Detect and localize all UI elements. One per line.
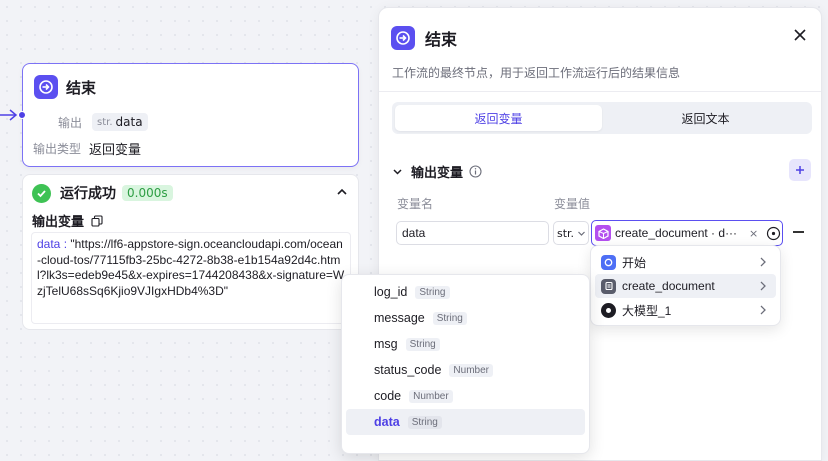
field-name: data [374, 415, 400, 429]
copy-icon[interactable] [91, 214, 103, 227]
run-status: 运行成功 [60, 186, 116, 202]
json-value: "https://lf6-appstore-sign.oceancloudapi… [37, 237, 345, 298]
field-type-badge: String [432, 311, 467, 325]
chevron-right-icon [760, 281, 766, 291]
divider [379, 91, 821, 92]
chevron-right-icon [760, 257, 766, 267]
node-option-llm[interactable]: 大模型_1 [595, 298, 776, 322]
col-var-value: 变量值 [554, 197, 591, 211]
variable-ref-text: create_document · d··· [615, 226, 738, 240]
json-sep: : [60, 237, 71, 251]
output-vars-section-header[interactable]: 输出变量 [392, 162, 482, 181]
field-option[interactable]: msg String [346, 331, 585, 357]
clear-ref-button[interactable]: × [749, 227, 758, 240]
node-option-create-document[interactable]: create_document [595, 274, 776, 298]
field-name: message [374, 311, 425, 325]
end-node-icon [391, 26, 415, 50]
field-type-badge: Number [449, 363, 493, 377]
output-label: 输出 [58, 115, 83, 130]
node-title: 结束 [66, 78, 97, 97]
node-option-label: create_document [622, 279, 715, 293]
info-icon[interactable] [469, 165, 482, 178]
output-vars-title: 输出变量 [32, 215, 85, 230]
field-option[interactable]: status_code Number [346, 357, 585, 383]
field-type-badge: String [415, 285, 450, 299]
field-type-badge: String [405, 337, 440, 351]
type-str-label: str. [97, 116, 113, 128]
type-label: str. [557, 226, 575, 240]
field-type-badge: Number [409, 389, 453, 403]
chevron-down-icon [578, 231, 585, 236]
panel-description: 工作流的最终节点，用于返回工作流运行后的结果信息 [392, 66, 681, 80]
collapse-chevron-icon[interactable] [335, 185, 349, 199]
field-type-badge: String [407, 415, 442, 429]
duration-badge: 0.000s [122, 185, 173, 201]
chevron-down-icon[interactable] [392, 166, 403, 177]
output-type-label: 输出类型 [33, 142, 82, 156]
tab-return-text[interactable]: 返回文本 [602, 105, 809, 131]
variable-type-select[interactable]: str. [553, 221, 589, 245]
plugin-cube-icon [595, 225, 611, 241]
node-input-port[interactable] [18, 111, 26, 119]
output-json-box: data : "https://lf6-appstore-sign.oceanc… [31, 232, 351, 324]
field-option[interactable]: log_id String [346, 279, 585, 305]
col-var-name: 变量名 [397, 197, 434, 211]
node-option-start[interactable]: 开始 [595, 250, 776, 274]
node-option-label: 开始 [622, 255, 647, 270]
variable-ref-field[interactable]: create_document · d··· × [591, 220, 783, 246]
success-check-icon [32, 183, 51, 203]
field-name: log_id [374, 285, 408, 299]
json-key: data [37, 237, 61, 251]
variable-name-input[interactable] [396, 221, 549, 245]
plugin-icon [601, 278, 616, 294]
field-name: msg [374, 337, 398, 351]
llm-icon [601, 302, 616, 318]
close-icon[interactable] [793, 28, 807, 42]
output-type-value: 返回变量 [89, 143, 142, 158]
field-name: code [374, 389, 402, 403]
end-node-icon [34, 75, 58, 99]
field-option[interactable]: message String [346, 305, 585, 331]
add-variable-button[interactable] [789, 159, 811, 181]
chevron-right-icon [760, 305, 766, 315]
panel-title[interactable]: 结束 [425, 26, 457, 50]
plus-icon [796, 166, 804, 174]
node-selector-menu: 开始 create_document 大模型_1 [590, 245, 781, 326]
output-var-tag: str. data [92, 113, 148, 131]
start-icon [601, 254, 616, 270]
tab-return-variable[interactable]: 返回变量 [395, 105, 602, 131]
output-var-name: data [115, 115, 143, 129]
run-result-card: 运行成功 0.000s 输出变量 data : "https://lf6-app… [22, 174, 359, 330]
return-mode-tabs: 返回变量 返回文本 [392, 102, 812, 134]
end-node-card[interactable]: 结束 输出 str. data 输出类型 返回变量 [18, 63, 359, 167]
target-select-icon[interactable] [766, 226, 781, 241]
section-title: 输出变量 [411, 166, 464, 181]
field-selector-menu: log_id String message String msg String sta… [341, 274, 590, 454]
field-option[interactable]: code Number [346, 383, 585, 409]
node-option-label: 大模型_1 [622, 303, 672, 318]
remove-variable-button[interactable] [793, 231, 804, 233]
field-option-selected[interactable]: data String [346, 409, 585, 435]
field-name: status_code [374, 363, 442, 377]
